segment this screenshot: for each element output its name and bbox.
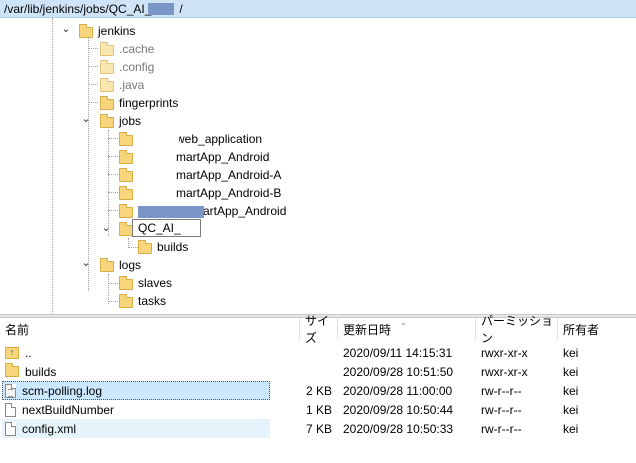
redacted-path-segment — [148, 3, 174, 15]
tree-item-tasks[interactable]: tasks — [119, 292, 166, 310]
rename-input[interactable]: QC_AI_ — [132, 219, 201, 237]
folder-icon — [119, 275, 133, 290]
collapse-toggle-qc-ai[interactable]: ⌄ — [100, 221, 112, 234]
folder-icon — [119, 203, 133, 218]
column-header-owner[interactable]: 所有者 — [558, 318, 636, 340]
folder-icon — [138, 239, 152, 254]
tree-item-cache[interactable]: .cache — [100, 40, 154, 58]
folder-icon — [100, 113, 114, 128]
column-header-modified[interactable]: 更新日時 — [338, 318, 476, 340]
folder-icon — [100, 59, 114, 74]
sort-indicator-icon: ⌄ — [400, 318, 407, 327]
path-bar[interactable]: /var/lib/jenkins/jobs/QC_AI_ / — [0, 0, 636, 18]
tree-item-jobs[interactable]: jobs — [100, 112, 141, 130]
folder-icon — [119, 149, 133, 164]
tree-item-builds[interactable]: builds — [138, 238, 188, 256]
folder-icon — [100, 41, 114, 56]
folder-icon — [119, 167, 133, 182]
file-list[interactable]: 名前 サイズ 更新日時 ⌄ パーミッション 所有者 ↑ .. 2020/09/1… — [0, 314, 636, 463]
tree-item-job-martapp-android-b[interactable]: martApp_Android-B — [119, 184, 281, 202]
tree-item-fingerprints[interactable]: fingerprints — [100, 94, 178, 112]
redacted-job-name — [138, 206, 204, 218]
tree-item-qc-ai[interactable] — [119, 220, 133, 238]
tree-item-job-martapp-android-a[interactable]: martApp_Android-A — [119, 166, 281, 184]
table-row[interactable]: nextBuildNumber 1 KB 2020/09/28 10:50:44… — [0, 400, 636, 419]
table-row[interactable]: scm-polling.log 2 KB 2020/09/28 11:00:00… — [0, 381, 636, 400]
folder-icon — [79, 23, 93, 38]
tree-item-java[interactable]: .java — [100, 76, 144, 94]
table-row[interactable]: config.xml 7 KB 2020/09/28 10:50:33 rw-r… — [0, 419, 636, 438]
tree-item-job-web-application[interactable]: web_application — [119, 130, 262, 148]
folder-icon — [119, 185, 133, 200]
folder-icon — [100, 95, 114, 110]
tree-item-config[interactable]: .config — [100, 58, 154, 76]
table-row[interactable]: ↑ .. 2020/09/11 14:15:31 rwxr-xr-x kei — [0, 343, 636, 362]
column-header-name[interactable]: 名前 — [0, 318, 300, 340]
tree-item-slaves[interactable]: slaves — [119, 274, 172, 292]
folder-icon — [119, 131, 133, 146]
column-header-permission[interactable]: パーミッション — [476, 314, 558, 345]
folder-icon — [119, 293, 133, 308]
collapse-toggle-jobs[interactable]: ⌄ — [80, 112, 92, 125]
file-icon — [5, 421, 16, 436]
directory-tree[interactable]: ⌄ jenkins .cache .config .java fingerpri… — [0, 18, 636, 314]
up-folder-icon: ↑ — [5, 346, 19, 359]
tree-item-job-martapp-android[interactable]: martApp_Android — [119, 148, 269, 166]
file-icon — [5, 402, 16, 417]
folder-icon — [119, 221, 133, 236]
folder-icon — [100, 257, 114, 272]
collapse-toggle-logs[interactable]: ⌄ — [80, 256, 92, 269]
table-row[interactable]: builds 2020/09/28 10:51:50 rwxr-xr-x kei — [0, 362, 636, 381]
folder-icon — [5, 363, 19, 377]
tree-item-logs[interactable]: logs — [100, 256, 141, 274]
folder-icon — [100, 77, 114, 92]
column-header-size[interactable]: サイズ — [300, 314, 338, 345]
collapse-toggle-jenkins[interactable]: ⌄ — [60, 22, 72, 35]
log-file-icon — [5, 383, 16, 398]
tree-item-jenkins[interactable]: jenkins — [79, 22, 135, 40]
